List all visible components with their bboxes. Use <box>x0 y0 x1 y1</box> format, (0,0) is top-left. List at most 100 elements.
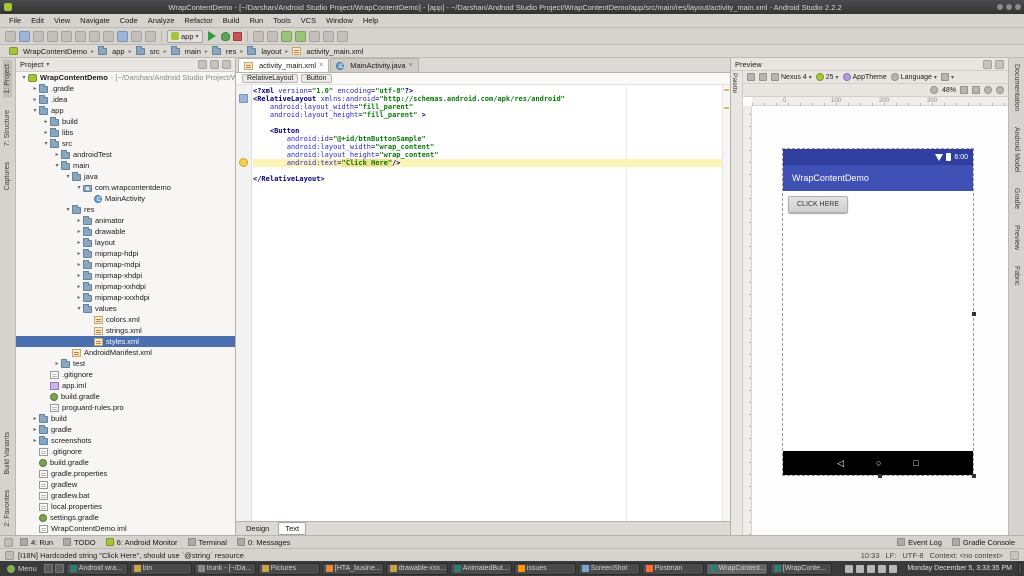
tree-toggle-icon[interactable]: ▸ <box>75 228 83 235</box>
taskbar-window-button[interactable]: drawable-xxx... <box>386 563 448 575</box>
tool-window-todo[interactable]: TODO <box>58 538 101 547</box>
show-desktop-icon[interactable] <box>44 564 53 573</box>
tree-toggle-icon[interactable]: ▸ <box>42 129 50 136</box>
tree-item[interactable]: .gitignore <box>16 446 235 457</box>
tree-toggle-icon[interactable]: ▸ <box>75 294 83 301</box>
tree-toggle-icon[interactable]: ▾ <box>75 305 83 312</box>
minimize-icon[interactable] <box>997 4 1003 10</box>
tree-toggle-icon[interactable]: ▾ <box>75 184 83 191</box>
desktop-menu-button[interactable]: Menu <box>2 562 42 575</box>
sync-project-icon[interactable] <box>295 31 306 42</box>
tree-item[interactable]: gradle.properties <box>16 468 235 479</box>
theme-select[interactable]: AppTheme <box>843 73 887 81</box>
tree-item[interactable]: app.iml <box>16 380 235 391</box>
tree-item[interactable]: settings.gradle <box>16 512 235 523</box>
tool-stripe-captures[interactable]: Captures <box>3 158 12 194</box>
breadcrumb[interactable]: main <box>169 47 203 56</box>
tree-item[interactable]: build.gradle <box>16 391 235 402</box>
code-line[interactable] <box>253 167 722 175</box>
breadcrumb[interactable]: activity_main.xml <box>290 47 365 56</box>
tree-item[interactable]: styles.xml <box>16 336 235 347</box>
menu-file[interactable]: File <box>4 15 26 26</box>
zoom-actual-icon[interactable] <box>972 86 980 94</box>
tree-toggle-icon[interactable]: ▸ <box>75 261 83 268</box>
menu-analyze[interactable]: Analyze <box>143 15 180 26</box>
status-widget[interactable]: Context: <no context> <box>927 551 1006 560</box>
tool-stripe-preview[interactable]: Preview <box>1012 221 1021 254</box>
tree-toggle-icon[interactable]: ▸ <box>53 360 61 367</box>
tool-stripe--structure[interactable]: 7: Structure <box>3 106 12 150</box>
tree-item[interactable]: .gitignore <box>16 369 235 380</box>
find-icon[interactable] <box>117 31 128 42</box>
editor-scrollbar[interactable] <box>722 85 730 521</box>
tree-toggle-icon[interactable]: ▾ <box>53 162 61 169</box>
taskbar-clock[interactable]: Monday December 5, 3:33:35 PM <box>903 565 1016 572</box>
tool-window-android[interactable]: 6: Android Monitor <box>101 538 183 547</box>
project-panel-title[interactable]: Project <box>20 60 43 69</box>
tree-item[interactable]: ▸mipmap-hdpi <box>16 248 235 259</box>
menu-navigate[interactable]: Navigate <box>75 15 115 26</box>
menu-window[interactable]: Window <box>321 15 358 26</box>
bluetooth-tray-icon[interactable] <box>867 565 875 573</box>
tool-window-messages[interactable]: 0: Messages <box>232 538 296 547</box>
lock-icon[interactable] <box>1010 551 1019 560</box>
tree-item[interactable]: ▾com.wrapcontentdemo <box>16 182 235 193</box>
status-widget[interactable]: LF: <box>883 551 900 560</box>
taskbar-window-button[interactable]: Postman <box>642 563 704 575</box>
tree-toggle-icon[interactable]: ▸ <box>75 272 83 279</box>
tool-stripe-build-variants[interactable]: Build Variants <box>3 428 12 479</box>
debug-button[interactable] <box>221 32 230 41</box>
code-line[interactable]: android:layout_height="fill_parent" > <box>253 111 722 119</box>
tree-item[interactable]: local.properties <box>16 501 235 512</box>
resize-handle[interactable] <box>878 474 882 478</box>
hide-panel-icon[interactable] <box>995 60 1004 69</box>
cut-icon[interactable] <box>75 31 86 42</box>
tree-item[interactable]: ▸libs <box>16 127 235 138</box>
tree-item[interactable]: AndroidManifest.xml <box>16 347 235 358</box>
menu-run[interactable]: Run <box>244 15 268 26</box>
code-line[interactable]: <Button <box>253 127 722 135</box>
component-gutter-icon[interactable] <box>239 94 248 103</box>
volume-tray-icon[interactable] <box>889 565 897 573</box>
tree-item[interactable]: ▸animator <box>16 215 235 226</box>
stop-button[interactable] <box>233 32 242 41</box>
network-tray-icon[interactable] <box>878 565 886 573</box>
tree-toggle-icon[interactable]: ▸ <box>75 250 83 257</box>
undo-icon[interactable] <box>47 31 58 42</box>
breadcrumb[interactable]: src <box>134 47 162 56</box>
intention-bulb-icon[interactable] <box>239 158 248 167</box>
tree-toggle-icon[interactable]: ▸ <box>31 96 39 103</box>
tree-item[interactable]: ▾WrapContentDemo- [~/Darshan/Android Stu… <box>16 72 235 83</box>
tool-stripe--favorites[interactable]: 2: Favorites <box>3 486 12 531</box>
xml-breadcrumb[interactable]: Button <box>301 74 331 83</box>
tree-item[interactable]: ▸mipmap-xxhdpi <box>16 281 235 292</box>
tree-item[interactable]: ▾values <box>16 303 235 314</box>
warning-mark[interactable] <box>724 89 729 91</box>
preview-canvas[interactable]: 0100200300 6:00 WrapContentDemo <box>743 97 1008 535</box>
breadcrumb[interactable]: res <box>210 47 238 56</box>
close-tab-icon[interactable]: × <box>409 62 413 69</box>
tree-item[interactable]: ▸.idea <box>16 94 235 105</box>
code-line[interactable]: android:text="Click Here"/> <box>253 159 722 167</box>
code-line[interactable]: android:layout_height="wrap_content" <box>253 151 722 159</box>
device-preview[interactable]: 6:00 WrapContentDemo CLICK HERE ◁ ○ <box>783 149 973 475</box>
taskbar-window-button[interactable]: AnimatedBut... <box>450 563 512 575</box>
configuration-icon[interactable] <box>747 73 755 81</box>
tree-item[interactable]: colors.xml <box>16 314 235 325</box>
help-icon[interactable] <box>337 31 348 42</box>
code-line[interactable]: android:layout_width="wrap_content" <box>253 143 722 151</box>
tree-item[interactable]: ▸build <box>16 413 235 424</box>
taskbar-window-button[interactable]: bin <box>130 563 192 575</box>
save-icon[interactable] <box>19 31 30 42</box>
tool-window-event-log[interactable]: Event Log <box>892 538 947 547</box>
profiler-icon[interactable] <box>267 31 278 42</box>
open-icon[interactable] <box>5 31 16 42</box>
editor-tab[interactable]: MainActivity.java× <box>330 58 418 72</box>
code-editor[interactable]: <?xml version="1.0" encoding="utf-8"?><R… <box>236 85 730 521</box>
status-widget[interactable]: UTF-8 <box>899 551 926 560</box>
filter-icon[interactable] <box>198 60 207 69</box>
menu-refactor[interactable]: Refactor <box>179 15 217 26</box>
sdk-manager-icon[interactable] <box>309 31 320 42</box>
menu-view[interactable]: View <box>49 15 75 26</box>
code-line[interactable]: android:id="@+id/btnButtonSample" <box>253 135 722 143</box>
